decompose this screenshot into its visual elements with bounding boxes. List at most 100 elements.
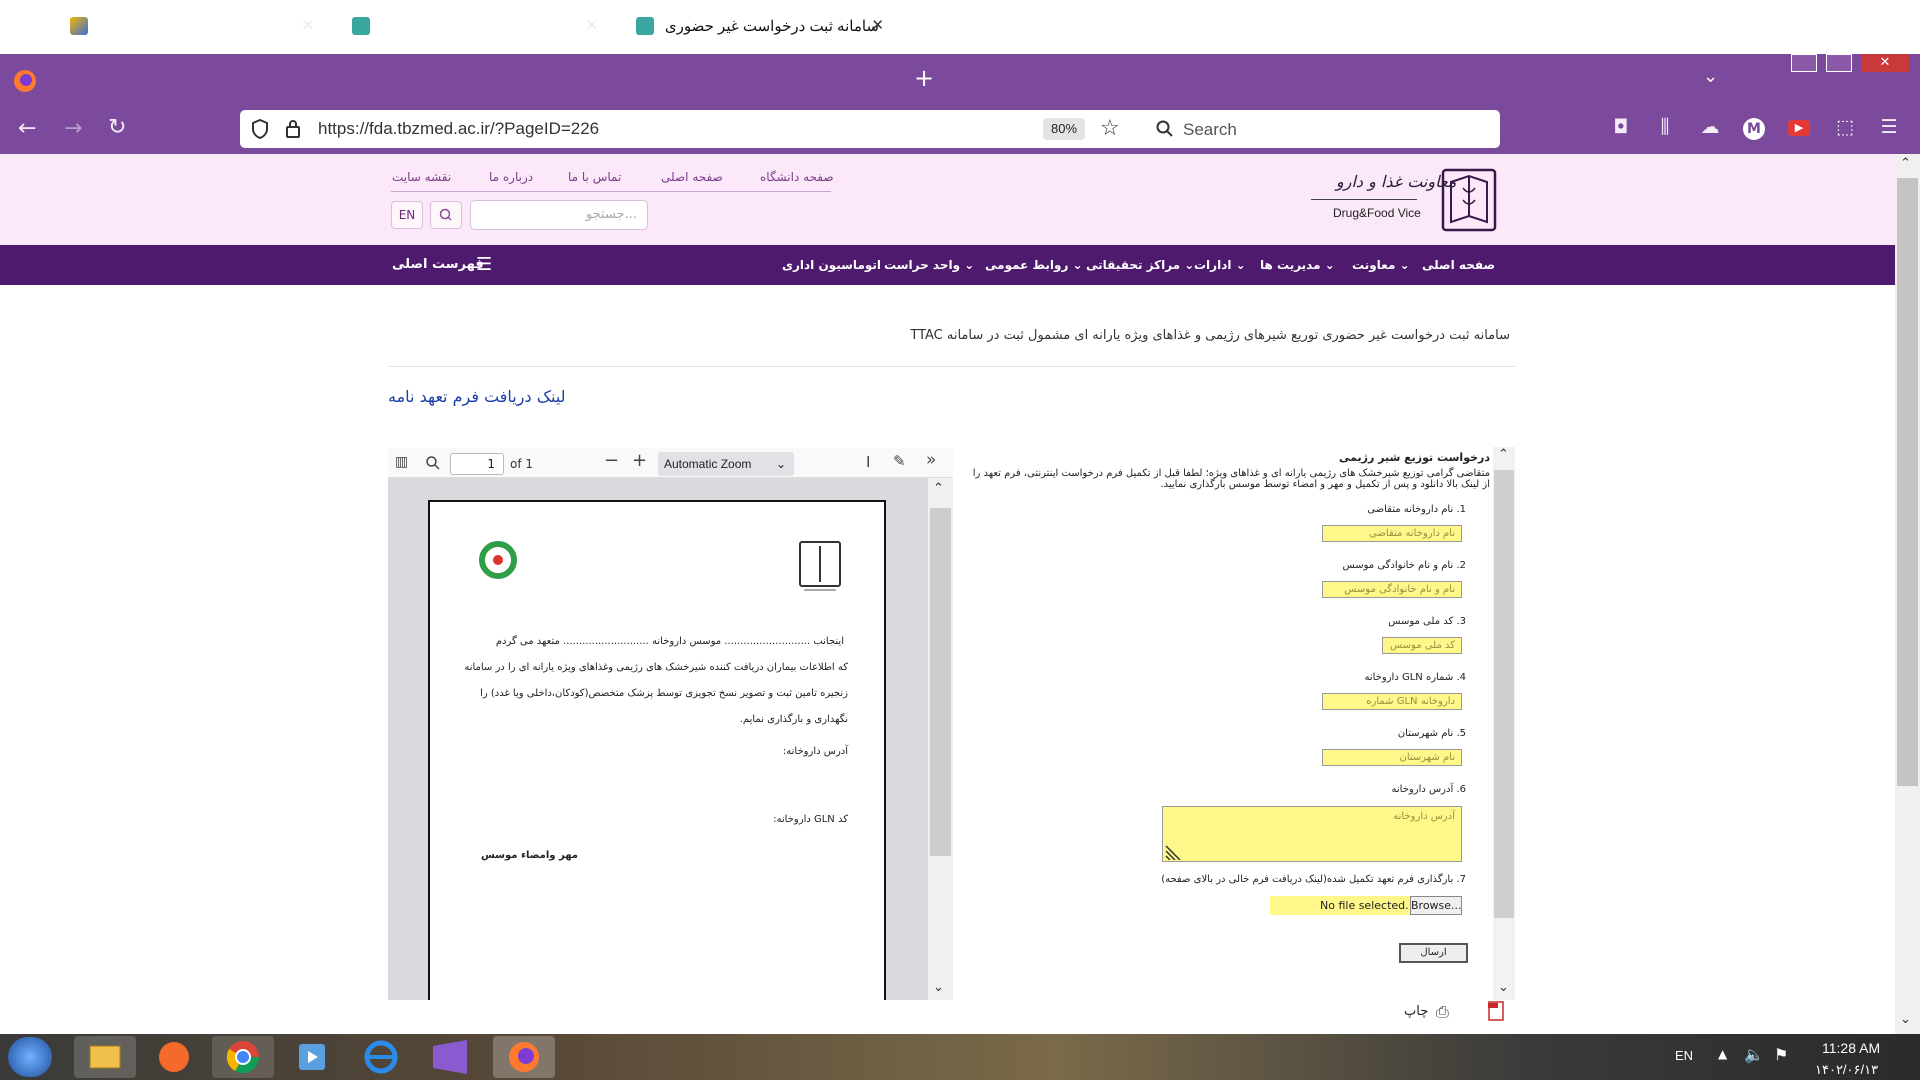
- nav-public-relations[interactable]: روابط عمومی ⌄: [985, 258, 1083, 272]
- tab-active-request-system[interactable]: سامانه ثبت درخواست غیر حضوری توزیع ✕: [622, 4, 896, 48]
- video-extension-icon[interactable]: ▶: [1788, 120, 1810, 136]
- toplink-university[interactable]: صفحه دانشگاه: [760, 170, 834, 184]
- back-arrow-icon[interactable]: ←: [18, 116, 36, 141]
- list-all-tabs-icon[interactable]: ⌄: [1703, 66, 1718, 87]
- site-search-button[interactable]: [430, 201, 462, 229]
- nav-deputy[interactable]: معاونت ⌄: [1352, 258, 1410, 272]
- nav-departments[interactable]: ادارات ⌄: [1194, 258, 1246, 272]
- question-text: کد ملی موسس: [1388, 616, 1454, 627]
- clock-date[interactable]: ۱۴۰۲/۰۶/۱۳: [1815, 1062, 1878, 1078]
- nav-label: مدیریت ها: [1260, 258, 1321, 272]
- print-link[interactable]: چاپ: [1404, 1004, 1428, 1019]
- tools-menu-icon[interactable]: »: [926, 450, 936, 470]
- vpn-extension-icon[interactable]: ☁: [1697, 116, 1723, 142]
- pdf-find-icon[interactable]: [425, 455, 441, 471]
- firefox-menu-icon[interactable]: [12, 68, 38, 94]
- close-window-button[interactable]: ✕: [1861, 54, 1909, 72]
- clock-time[interactable]: 11:28 AM: [1822, 1040, 1880, 1056]
- page-scroll-down-icon[interactable]: ⌄: [1900, 1012, 1911, 1027]
- search-placeholder: Search: [1183, 120, 1237, 139]
- toplink-home[interactable]: صفحه اصلی: [661, 170, 723, 184]
- pdf-line-1: اینجانب ........................... موسس…: [495, 636, 844, 647]
- tab-chargoon[interactable]: Chargoon Didgah ✕: [56, 4, 326, 48]
- draw-tool-icon[interactable]: ✎: [893, 452, 906, 470]
- close-tab-icon[interactable]: ✕: [585, 16, 598, 34]
- browse-button[interactable]: Browse...: [1410, 896, 1462, 915]
- extensions-icon[interactable]: ⬚: [1832, 116, 1858, 142]
- language-indicator[interactable]: EN: [1675, 1048, 1693, 1063]
- internet-explorer-icon[interactable]: [350, 1036, 412, 1078]
- nav-home[interactable]: صفحه اصلی: [1422, 258, 1495, 272]
- chargoon-favicon-icon: [70, 17, 88, 35]
- search-icon: [1156, 120, 1174, 138]
- site-favicon-icon: [636, 17, 654, 35]
- toplink-about[interactable]: درباره ما: [489, 170, 533, 184]
- nav-office-automation[interactable]: اتوماسیون اداری: [782, 258, 881, 272]
- close-tab-icon[interactable]: ✕: [871, 16, 884, 34]
- nav-management[interactable]: مدیریت ها ⌄: [1260, 258, 1335, 272]
- printer-icon[interactable]: ⎙: [1436, 1002, 1449, 1022]
- resize-handle-icon[interactable]: [1164, 842, 1184, 861]
- page-number-input[interactable]: 1: [450, 453, 504, 475]
- city-name-input[interactable]: نام شهرستان: [1322, 749, 1462, 766]
- site-search-input[interactable]: جستجو...: [470, 200, 648, 230]
- pdf-scroll-up-icon[interactable]: ⌃: [933, 481, 944, 496]
- page-scroll-thumb[interactable]: [1897, 178, 1918, 786]
- zoom-indicator[interactable]: 80%: [1043, 118, 1085, 140]
- national-id-input[interactable]: کد ملی موسس: [1382, 637, 1462, 654]
- shield-icon[interactable]: [250, 118, 270, 140]
- main-menu-label[interactable]: فهرست اصلی: [392, 257, 484, 272]
- url-text[interactable]: https://fda.tbzmed.ac.ir/?PageID=226: [318, 119, 599, 139]
- bookmark-star-icon[interactable]: ☆: [1100, 116, 1120, 141]
- nav-research-centers[interactable]: مراکز تحقیقاتی ⌄: [1086, 258, 1194, 272]
- new-tab-button[interactable]: +: [914, 64, 934, 92]
- visual-studio-icon[interactable]: [419, 1036, 481, 1078]
- file-explorer-icon[interactable]: [74, 1036, 136, 1078]
- page-scroll-up-icon[interactable]: ⌃: [1900, 156, 1911, 171]
- pharmacy-name-input[interactable]: نام داروخانه متقاضی: [1322, 525, 1462, 542]
- pdf-scroll-down-icon[interactable]: ⌄: [933, 980, 944, 995]
- close-tab-icon[interactable]: ✕: [301, 16, 314, 34]
- gln-number-input[interactable]: شماره GLN داروخانه: [1322, 693, 1462, 710]
- library-icon[interactable]: ⫼: [1652, 116, 1678, 142]
- pdf-scroll-thumb[interactable]: [930, 508, 951, 856]
- start-button-icon[interactable]: [8, 1037, 52, 1077]
- question-text: نام و نام خانوادگی موسس: [1342, 560, 1454, 571]
- app-menu-icon[interactable]: ☰: [1876, 116, 1902, 142]
- zoom-out-icon[interactable]: −: [604, 450, 619, 471]
- form-scroll-down-icon[interactable]: ⌄: [1498, 980, 1509, 995]
- volume-icon[interactable]: 🔈: [1744, 1045, 1764, 1064]
- media-player-icon[interactable]: [281, 1036, 343, 1078]
- pharmacy-address-textarea[interactable]: آدرس داروخانه: [1162, 806, 1462, 862]
- nav-security-unit[interactable]: واحد حراست ⌄: [884, 258, 974, 272]
- zoom-select[interactable]: Automatic Zoom ⌄: [658, 452, 794, 476]
- restore-button[interactable]: [1826, 54, 1852, 72]
- pocket-icon[interactable]: ◘: [1608, 116, 1634, 142]
- form-scroll-thumb[interactable]: [1494, 470, 1514, 918]
- sidebar-toggle-icon[interactable]: ▥: [395, 454, 408, 470]
- action-center-flag-icon[interactable]: ⚑: [1774, 1045, 1788, 1064]
- lock-icon[interactable]: [284, 118, 302, 140]
- firefox-taskbar-icon[interactable]: [493, 1036, 555, 1078]
- language-en-button[interactable]: EN: [391, 201, 423, 229]
- text-cursor-tool-icon[interactable]: I: [866, 453, 870, 471]
- founder-name-input[interactable]: نام و نام خانوادگی موسس: [1322, 581, 1462, 598]
- account-avatar[interactable]: M: [1743, 118, 1765, 140]
- minimize-button[interactable]: [1791, 54, 1817, 72]
- submit-button[interactable]: ارسال: [1399, 943, 1468, 963]
- toplink-sitemap[interactable]: نقشه سایت: [392, 170, 451, 184]
- tab-news[interactable]: بازدید معاون وزیر بهداشت و رئیس سازمان ✕: [338, 4, 610, 48]
- toplink-contact[interactable]: تماس با ما: [568, 170, 621, 184]
- pledge-form-download-link[interactable]: لینک دریافت فرم تعهد نامه: [388, 387, 566, 406]
- question-number: 7.: [1456, 874, 1466, 885]
- reload-icon[interactable]: ↻: [108, 115, 126, 140]
- forward-arrow-icon[interactable]: →: [64, 116, 82, 141]
- chrome-icon[interactable]: [212, 1036, 274, 1078]
- tray-expand-icon[interactable]: ▲: [1718, 1047, 1727, 1061]
- pdf-export-icon[interactable]: [1487, 1001, 1505, 1021]
- zoom-in-icon[interactable]: +: [632, 450, 647, 471]
- form-scroll-up-icon[interactable]: ⌃: [1498, 447, 1509, 462]
- pdf-line-7: مهر وامضاء موسس: [481, 850, 578, 861]
- pdf-line-2: که اطلاعات بیماران دریافت کننده شیرخشک ه…: [464, 662, 848, 673]
- drawing-app-icon[interactable]: [143, 1036, 205, 1078]
